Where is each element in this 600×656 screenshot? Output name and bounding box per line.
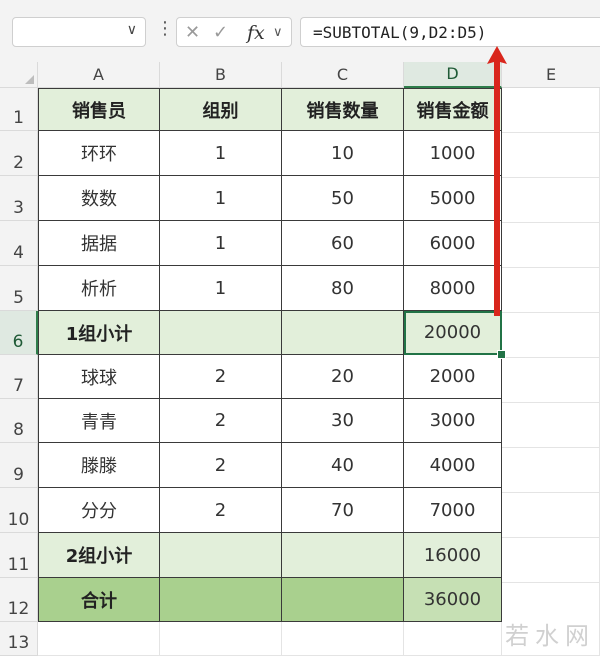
table-cell[interactable]: 青青	[38, 399, 160, 443]
cancel-icon[interactable]: ✕	[185, 22, 200, 43]
column-header-a[interactable]: A	[38, 62, 160, 88]
row-header[interactable]: 7	[0, 355, 38, 399]
row-header[interactable]: 4	[0, 221, 38, 266]
more-vertical-icon[interactable]: ⋮	[156, 18, 174, 39]
table-cell[interactable]: 70	[282, 488, 404, 533]
chevron-down-icon[interactable]: ∨	[273, 25, 283, 40]
column-header-c[interactable]: C	[282, 62, 404, 88]
table-cell[interactable]: 4000	[404, 443, 502, 488]
row-header[interactable]: 3	[0, 176, 38, 221]
row-header[interactable]: 5	[0, 266, 38, 311]
table-cell[interactable]: 1	[160, 266, 282, 311]
table-cell[interactable]: 80	[282, 266, 404, 311]
subtotal-label-cell[interactable]: 1组小计	[38, 311, 160, 355]
table-cell[interactable]: 50	[282, 176, 404, 221]
table-cell[interactable]: 据据	[38, 221, 160, 266]
watermark-logo: 若水网	[505, 622, 595, 650]
formula-controls: ✕ ✓ fx ∨	[176, 17, 292, 47]
table-cell[interactable]: 数数	[38, 176, 160, 221]
row-header[interactable]: 10	[0, 488, 38, 533]
table-cell[interactable]: 1	[160, 176, 282, 221]
table-cell[interactable]: 2	[160, 355, 282, 399]
table-cell[interactable]: 2	[160, 488, 282, 533]
table-cell[interactable]: 3000	[404, 399, 502, 443]
table-cell[interactable]: 滕滕	[38, 443, 160, 488]
table-cell[interactable]	[282, 578, 404, 622]
empty-cell[interactable]	[38, 622, 160, 656]
table-cell[interactable]: 2	[160, 443, 282, 488]
row-header[interactable]: 12	[0, 578, 38, 622]
active-cell-d6[interactable]: 20000	[404, 311, 502, 355]
subtotal-label-cell[interactable]: 2组小计	[38, 533, 160, 578]
table-cell[interactable]: 60	[282, 221, 404, 266]
formula-bar: ∨ ⋮ ✕ ✓ fx ∨ =SUBTOTAL(9,D2:D5)	[0, 0, 600, 62]
table-cell[interactable]: 析析	[38, 266, 160, 311]
table-header-cell[interactable]: 组别	[160, 88, 282, 131]
table-cell[interactable]	[160, 311, 282, 355]
table-cell[interactable]	[282, 311, 404, 355]
column-header-e[interactable]: E	[502, 62, 600, 88]
table-cell[interactable]: 球球	[38, 355, 160, 399]
formula-input[interactable]: =SUBTOTAL(9,D2:D5)	[300, 17, 600, 47]
total-label-cell[interactable]: 合计	[38, 578, 160, 622]
empty-cell[interactable]	[160, 622, 282, 656]
empty-cell[interactable]	[404, 622, 502, 656]
table-cell[interactable]: 30	[282, 399, 404, 443]
row-header[interactable]: 8	[0, 399, 38, 443]
table-cell[interactable]: 7000	[404, 488, 502, 533]
row-header[interactable]: 11	[0, 533, 38, 578]
table-cell[interactable]: 20	[282, 355, 404, 399]
table-cell[interactable]: 环环	[38, 131, 160, 176]
table-cell[interactable]	[282, 533, 404, 578]
table-cell[interactable]: 2000	[404, 355, 502, 399]
table-cell[interactable]	[160, 533, 282, 578]
enter-check-icon[interactable]: ✓	[213, 22, 228, 43]
annotation-arrow-icon	[487, 46, 507, 316]
table-cell[interactable]: 分分	[38, 488, 160, 533]
row-header-active[interactable]: 6	[0, 311, 38, 355]
empty-cell[interactable]	[282, 622, 404, 656]
table-cell[interactable]: 2	[160, 399, 282, 443]
chevron-down-icon[interactable]: ∨	[127, 22, 137, 38]
table-cell[interactable]	[160, 578, 282, 622]
table-header-cell[interactable]: 销售员	[38, 88, 160, 131]
table-cell[interactable]: 16000	[404, 533, 502, 578]
row-header[interactable]: 1	[0, 88, 38, 131]
fill-handle[interactable]	[497, 350, 506, 359]
table-cell[interactable]: 40	[282, 443, 404, 488]
table-cell[interactable]: 1	[160, 131, 282, 176]
column-e-cells[interactable]	[502, 88, 600, 622]
column-header-b[interactable]: B	[160, 62, 282, 88]
row-header[interactable]: 9	[0, 443, 38, 488]
table-cell[interactable]: 10	[282, 131, 404, 176]
table-header-cell[interactable]: 销售数量	[282, 88, 404, 131]
row-header[interactable]: 2	[0, 131, 38, 176]
fx-icon[interactable]: fx	[247, 22, 265, 44]
name-box[interactable]: ∨	[12, 17, 146, 47]
table-cell[interactable]: 1	[160, 221, 282, 266]
total-value-cell[interactable]: 36000	[404, 578, 502, 622]
select-all-corner[interactable]	[0, 62, 38, 88]
row-header[interactable]: 13	[0, 622, 38, 656]
